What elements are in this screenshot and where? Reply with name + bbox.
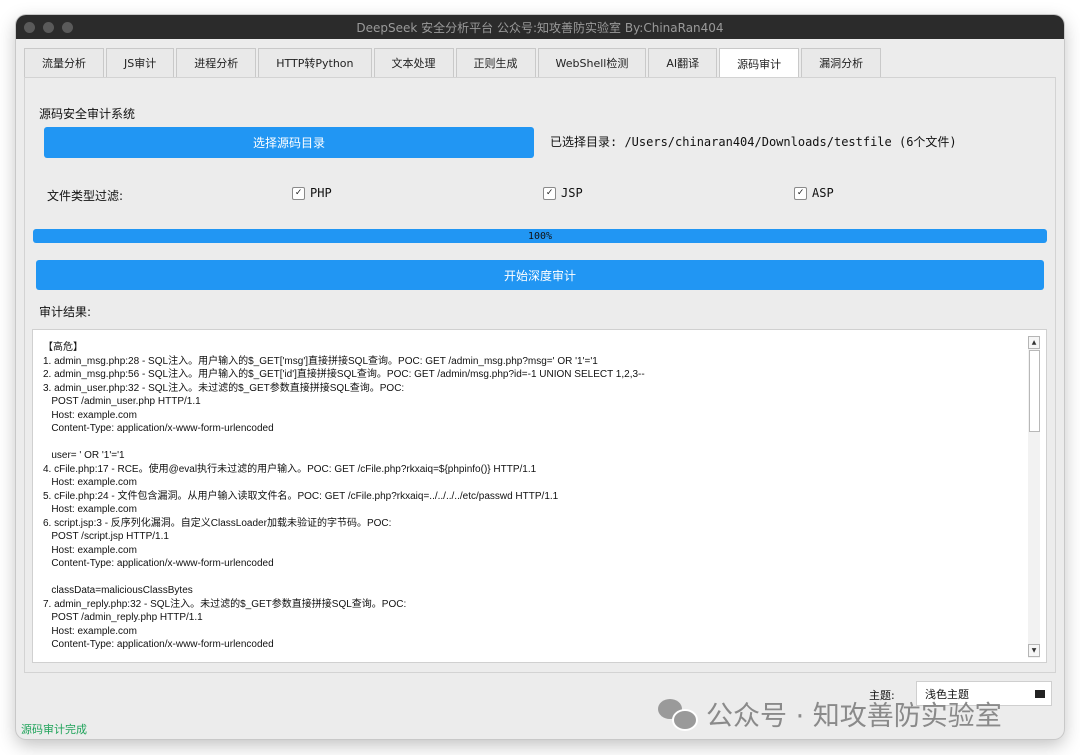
tab-vuln-analysis[interactable]: 漏洞分析 [801, 48, 882, 77]
selected-directory-text: 已选择目录: /Users/chinaran404/Downloads/test… [550, 135, 957, 149]
close-window-button[interactable] [24, 22, 35, 33]
audit-result-label: 审计结果: [39, 305, 92, 319]
filter-asp-checkbox[interactable]: ✓ ASP [794, 186, 834, 200]
zoom-window-button[interactable] [62, 22, 73, 33]
tab-regex-generation[interactable]: 正则生成 [455, 48, 536, 77]
start-deep-audit-button[interactable]: 开始深度审计 [36, 260, 1044, 290]
tab-js-audit[interactable]: JS审计 [106, 48, 175, 77]
tab-text-processing[interactable]: 文本处理 [373, 48, 454, 77]
status-bar-text: 源码审计完成 [21, 723, 87, 736]
select-directory-button[interactable]: 选择源码目录 [44, 127, 534, 158]
tab-process-analysis[interactable]: 进程分析 [176, 48, 257, 77]
tab-webshell-detection[interactable]: WebShell检测 [537, 48, 647, 77]
filter-jsp-label: JSP [561, 186, 583, 200]
tab-ai-translate[interactable]: AI翻译 [648, 48, 718, 77]
title-bar: DeepSeek 安全分析平台 公众号:知攻善防实验室 By:ChinaRan4… [16, 15, 1064, 39]
scroll-thumb[interactable] [1029, 350, 1040, 432]
page-title: 源码安全审计系统 [39, 107, 136, 121]
asp-check-icon[interactable]: ✓ [794, 186, 807, 200]
filter-asp-label: ASP [812, 186, 834, 200]
tab-bar: 流量分析 JS审计 进程分析 HTTP转Python 文本处理 正则生成 Web… [24, 48, 883, 78]
audit-result-textarea[interactable]: 【高危】 1. admin_msg.php:28 - SQL注入。用户输入的$_… [32, 329, 1047, 663]
audit-progress-bar: 100% [33, 229, 1047, 243]
wechat-icon [658, 697, 698, 731]
tab-source-audit[interactable]: 源码审计 [719, 48, 800, 78]
result-scrollbar[interactable]: ▲ ▼ [1028, 336, 1040, 658]
scroll-up-icon[interactable]: ▲ [1028, 336, 1040, 349]
php-check-icon[interactable]: ✓ [292, 186, 305, 200]
jsp-check-icon[interactable]: ✓ [543, 186, 556, 200]
dropdown-arrow-icon[interactable] [1035, 690, 1045, 698]
minimize-window-button[interactable] [43, 22, 54, 33]
wechat-watermark: 公众号 · 知攻善防实验室 [658, 694, 1002, 733]
filter-jsp-checkbox[interactable]: ✓ JSP [543, 186, 583, 200]
audit-result-text: 【高危】 1. admin_msg.php:28 - SQL注入。用户输入的$_… [43, 342, 645, 650]
progress-text: 100% [527, 230, 553, 242]
file-type-filter-label: 文件类型过滤: [47, 189, 124, 203]
tab-traffic-analysis[interactable]: 流量分析 [24, 48, 104, 77]
filter-php-checkbox[interactable]: ✓ PHP [292, 186, 332, 200]
filter-php-label: PHP [310, 186, 332, 200]
scroll-down-icon[interactable]: ▼ [1028, 644, 1040, 657]
window-title: DeepSeek 安全分析平台 公众号:知攻善防实验室 By:ChinaRan4… [356, 20, 724, 35]
watermark-text: 公众号 · 知攻善防实验室 [706, 701, 1002, 732]
app-window: DeepSeek 安全分析平台 公众号:知攻善防实验室 By:ChinaRan4… [16, 15, 1064, 739]
tab-http-to-python[interactable]: HTTP转Python [258, 48, 372, 77]
window-controls [24, 22, 73, 33]
